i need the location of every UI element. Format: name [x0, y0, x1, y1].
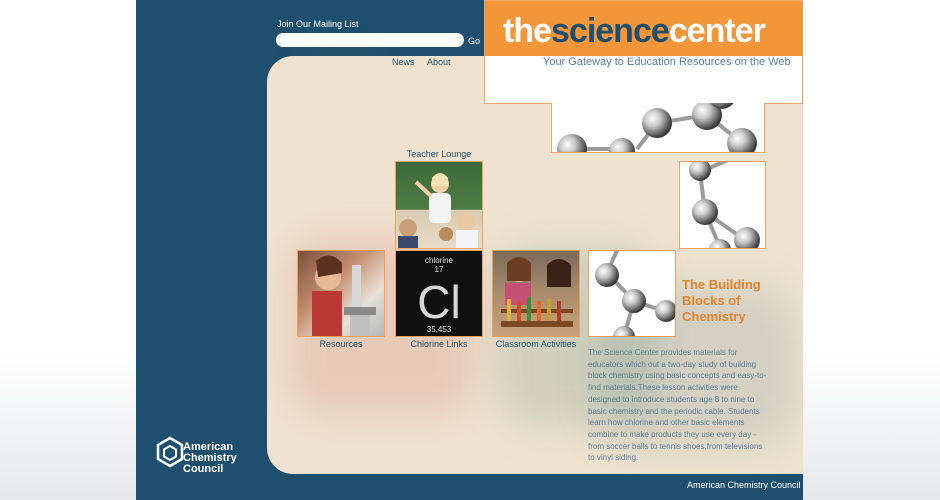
hexagon-logo-icon — [156, 436, 184, 468]
molecule-image-right — [679, 161, 766, 249]
mailing-list-label: Join Our Mailing List — [277, 19, 359, 29]
molecule-icon — [557, 103, 757, 152]
tagline: Your Gateway to Education Resources on t… — [543, 56, 791, 68]
teacher-photo — [398, 173, 478, 248]
resources-link[interactable]: Resources — [297, 339, 385, 349]
element-name: chlorine — [424, 256, 453, 265]
microscope-photo — [312, 255, 376, 336]
molecule-icon — [689, 162, 760, 248]
acc-logo-text: American Chemistry Council — [183, 441, 237, 475]
chlorine-links-link[interactable]: Chlorine Links — [395, 339, 483, 349]
acc-logo[interactable] — [156, 436, 184, 477]
go-button[interactable]: Go — [468, 36, 480, 46]
logo-wordmark: thesciencecenter — [503, 12, 766, 50]
mailing-list-input[interactable] — [276, 33, 464, 47]
nav-news[interactable]: News — [392, 57, 415, 67]
classroom-photo — [501, 257, 573, 327]
site-logo[interactable]: thesciencecenter Your Gateway to Educati… — [484, 0, 803, 104]
chlorine-tile[interactable]: chlorine 17 Cl 35,453 — [395, 250, 483, 337]
building-blocks-description: The Science Center provides materials fo… — [588, 348, 767, 463]
element-symbol: Cl — [417, 276, 461, 328]
teacher-lounge-link[interactable]: Teacher Lounge — [395, 149, 483, 159]
building-blocks-heading: The Building Blocks of Chemistry — [682, 277, 761, 324]
classroom-activities-link[interactable]: Classroom Activities — [487, 339, 585, 349]
molecule-image-top — [551, 103, 765, 153]
resources-tile[interactable] — [297, 250, 385, 337]
molecule-icon — [595, 251, 675, 336]
molecule-image-center — [588, 250, 676, 337]
nav-about[interactable]: About — [427, 57, 451, 67]
footer-text: American Chemistry Council — [687, 480, 801, 490]
teacher-lounge-tile[interactable] — [395, 161, 483, 249]
element-mass: 35,453 — [426, 325, 452, 334]
logo-banner: thesciencecenter — [485, 1, 802, 56]
classroom-activities-tile[interactable] — [492, 250, 580, 337]
element-number: 17 — [434, 265, 444, 274]
